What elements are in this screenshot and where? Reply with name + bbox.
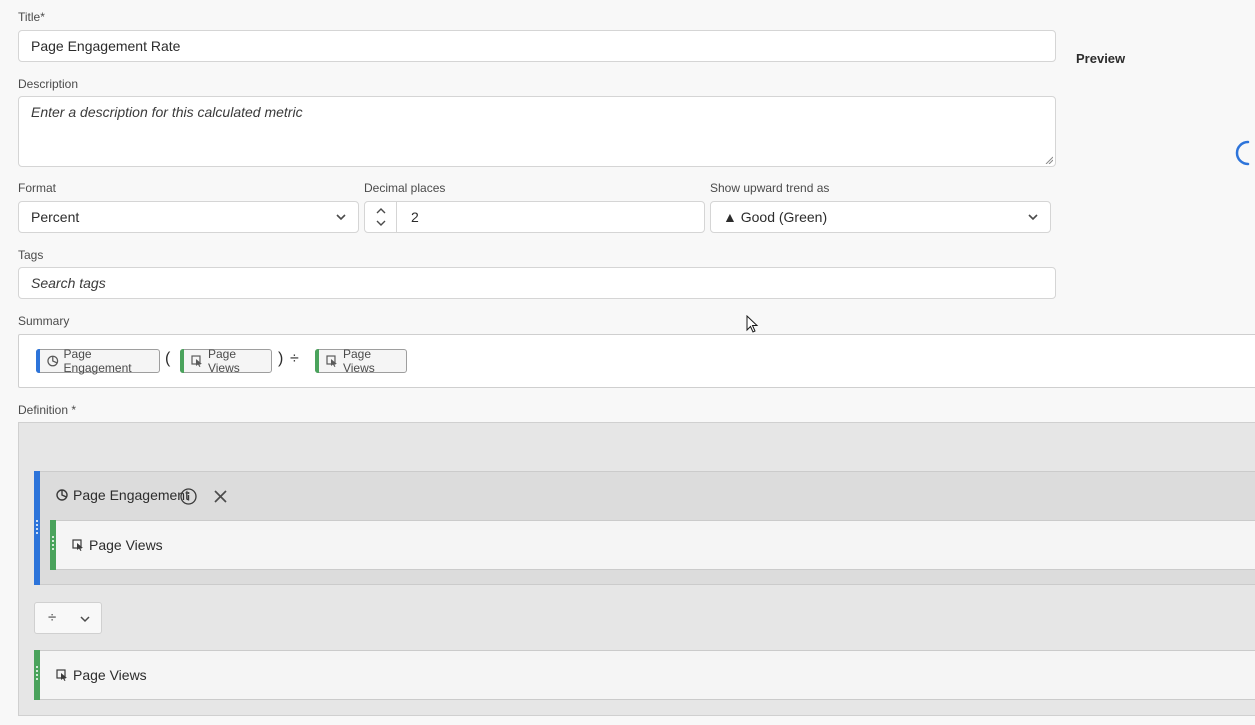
format-select[interactable]: Percent — [18, 201, 359, 233]
summary-pill-segment[interactable]: Page Engagement — [36, 347, 160, 375]
decimal-places-stepper[interactable]: 2 — [364, 201, 705, 233]
pill-accent — [180, 349, 184, 373]
summary-pill-metric[interactable]: Page Views — [180, 347, 272, 375]
close-icon[interactable] — [213, 489, 228, 504]
summary-label: Summary — [18, 314, 70, 328]
title-input[interactable]: Page Engagement Rate — [18, 30, 1056, 62]
trend-select[interactable]: ▲ Good (Green) — [710, 201, 1051, 233]
title-label: Title* — [18, 10, 45, 24]
operator-select[interactable]: ÷ — [34, 602, 102, 634]
container-title: Page Engagement — [56, 487, 189, 503]
open-paren: ( — [165, 350, 171, 367]
resize-handle-icon[interactable] — [1045, 156, 1053, 164]
tags-label: Tags — [18, 248, 44, 262]
description-placeholder: Enter a description for this calculated … — [31, 104, 303, 120]
chevron-up-icon[interactable] — [375, 207, 387, 215]
tags-placeholder: Search tags — [31, 275, 106, 291]
metric-icon — [326, 355, 337, 367]
divide-symbol: ÷ — [290, 350, 299, 367]
close-paren: ) — [278, 350, 284, 367]
description-label: Description — [18, 77, 79, 91]
info-icon[interactable] — [180, 488, 197, 505]
summary-pill-label: Page Views — [342, 347, 375, 375]
format-label: Format — [18, 181, 57, 195]
trend-select-value: ▲ Good (Green) — [723, 209, 828, 225]
metric-component-second[interactable]: Page Views — [34, 650, 1255, 700]
chevron-down-icon — [1028, 214, 1038, 221]
description-textarea[interactable]: Enter a description for this calculated … — [18, 96, 1056, 167]
chevron-down-icon — [336, 214, 346, 221]
decimal-places-label: Decimal places — [364, 181, 446, 195]
drag-handle-icon[interactable] — [52, 536, 54, 552]
pill-accent — [315, 349, 319, 373]
operator-value: ÷ — [48, 609, 57, 626]
stepper-buttons[interactable] — [365, 202, 397, 232]
format-select-value: Percent — [31, 209, 80, 225]
metric-name: Page Views — [89, 537, 163, 553]
metric-name: Page Views — [73, 667, 147, 683]
drag-handle-icon[interactable] — [36, 520, 38, 536]
pill-accent — [36, 349, 40, 373]
title-input-value: Page Engagement Rate — [31, 38, 181, 54]
drag-handle-icon[interactable] — [36, 666, 38, 682]
metric-label: Page Views — [72, 537, 163, 553]
mouse-cursor-icon — [746, 315, 759, 333]
trend-label: Show upward trend as — [710, 181, 830, 195]
summary-pill-metric[interactable]: Page Views — [315, 347, 407, 375]
metric-label: Page Views — [56, 667, 147, 683]
metric-icon — [72, 539, 83, 551]
metric-icon — [56, 669, 67, 681]
preview-title: Preview — [1076, 51, 1126, 66]
definition-label: Definition * — [18, 403, 77, 417]
segment-icon — [47, 355, 59, 367]
summary-pill-label: Page Views — [207, 347, 240, 375]
segment-icon — [56, 489, 68, 501]
metric-icon — [191, 355, 202, 367]
decimal-places-value[interactable]: 2 — [411, 209, 419, 225]
metric-component-inner[interactable]: Page Views — [50, 520, 1255, 570]
chevron-down-icon — [80, 616, 90, 623]
summary-pill-label: Page Engagement — [63, 347, 132, 375]
tags-search-input[interactable]: Search tags — [18, 267, 1056, 299]
container-title-label: Page Engagement — [73, 487, 189, 503]
loading-spinner-icon — [1235, 140, 1250, 166]
chevron-down-icon[interactable] — [375, 219, 387, 227]
